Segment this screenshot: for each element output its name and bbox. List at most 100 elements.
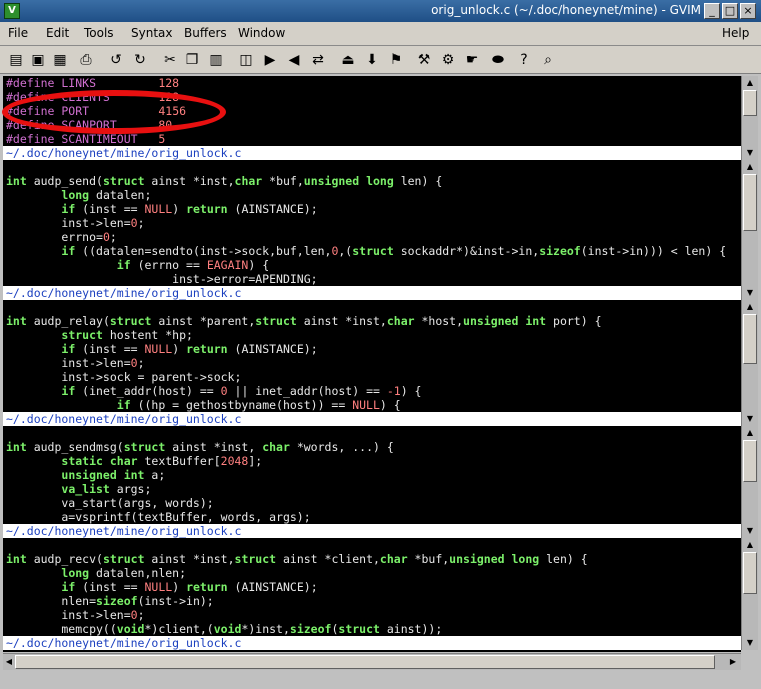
code-line[interactable]: if (inst == NULL) return (AINSTANCE); (6, 342, 317, 356)
status-line[interactable]: ~/.doc/honeynet/mine/orig_unlock.c (3, 146, 741, 160)
code-line[interactable]: #define SCANTIMEOUT 5 (6, 132, 165, 146)
code-line[interactable]: memcpy((void*)client,(void*)inst,sizeof(… (6, 622, 442, 636)
code-line[interactable]: #define CLIENTS 128 (6, 90, 179, 104)
scroll-down-icon[interactable]: ▼ (743, 287, 757, 299)
load-session-icon[interactable]: ⏏ (338, 50, 358, 70)
menu-help[interactable]: Help (722, 26, 749, 40)
scroll-left-icon[interactable]: ◀ (3, 655, 15, 669)
code-line[interactable]: int audp_sendmsg(struct ainst *inst, cha… (6, 440, 394, 454)
find-next-icon[interactable]: ▶ (260, 50, 280, 70)
vertical-scrollbar[interactable]: ▲ ▼ (741, 76, 758, 160)
undo-icon[interactable]: ↺ (106, 50, 126, 70)
scroll-up-icon[interactable]: ▲ (743, 301, 757, 313)
scroll-down-icon[interactable]: ▼ (743, 147, 757, 159)
code-line[interactable]: inst->error=APENDING; (6, 272, 317, 286)
scroll-up-icon[interactable]: ▲ (743, 161, 757, 173)
code-line[interactable]: inst->len=0; (6, 216, 144, 230)
scroll-up-icon[interactable]: ▲ (743, 77, 757, 89)
save-session-icon[interactable]: ⬇ (362, 50, 382, 70)
code-line[interactable]: int audp_relay(struct ainst *parent,stru… (6, 314, 602, 328)
code-line[interactable]: int audp_recv(struct ainst *inst,struct … (6, 552, 588, 566)
code-line[interactable]: nlen=sizeof(inst->in); (6, 594, 213, 608)
code-line[interactable]: errno=0; (6, 230, 116, 244)
redo-icon[interactable]: ↻ (130, 50, 150, 70)
close-button[interactable]: × (740, 3, 756, 19)
help-icon[interactable]: ? (514, 50, 534, 70)
status-line[interactable]: ~/.doc/honeynet/mine/orig_unlock.c (3, 412, 741, 426)
code-line[interactable]: #define LINKS 128 (6, 76, 179, 90)
tag-icon[interactable]: ☛ (462, 50, 482, 70)
code-line[interactable]: inst->sock = parent->sock; (6, 370, 241, 384)
vertical-scrollbar[interactable]: ▲ ▼ (741, 300, 758, 426)
save-all-icon[interactable]: ▦ (50, 50, 70, 70)
scroll-down-icon[interactable]: ▼ (743, 637, 757, 649)
code-line[interactable]: va_start(args, words); (6, 496, 213, 510)
code-line[interactable]: long datalen; (6, 188, 151, 202)
editor-window-1[interactable]: #define LINKS 128 #define CLIENTS 128 #def… (3, 76, 741, 160)
vertical-scroll-thumb[interactable] (743, 440, 757, 482)
status-line[interactable]: ~/.doc/honeynet/mine/orig_unlock.c (3, 524, 741, 538)
cut-icon[interactable]: ✂ (160, 50, 180, 70)
vertical-scrollbar[interactable]: ▲ ▼ (741, 160, 758, 300)
code-line[interactable]: if (inet_addr(host) == 0 || inet_addr(ho… (6, 384, 421, 398)
replace-icon[interactable]: ⇄ (308, 50, 328, 70)
shell-icon[interactable]: ⚙ (438, 50, 458, 70)
code-line[interactable]: a=vsprintf(textBuffer, words, args); (6, 510, 310, 524)
horizontal-scroll-thumb[interactable] (15, 655, 715, 669)
find-help-icon[interactable]: ⌕ (538, 50, 558, 70)
menu-tools[interactable]: Tools (84, 26, 114, 40)
editor-window-5[interactable]: int audp_recv(struct ainst *inst,struct … (3, 538, 741, 650)
minimize-button[interactable]: _ (704, 3, 720, 19)
scroll-down-icon[interactable]: ▼ (743, 413, 757, 425)
scroll-right-icon[interactable]: ▶ (727, 655, 739, 669)
code-line[interactable]: if (inst == NULL) return (AINSTANCE); (6, 580, 317, 594)
copy-icon[interactable]: ❐ (182, 50, 202, 70)
find-prev-icon[interactable]: ◀ (284, 50, 304, 70)
code-line[interactable]: if ((hp = gethostbyname(host)) == NULL) … (6, 398, 401, 412)
code-line[interactable]: if (inst == NULL) return (AINSTANCE); (6, 202, 317, 216)
code-line[interactable]: struct hostent *hp; (6, 328, 193, 342)
status-line[interactable]: ~/.doc/honeynet/mine/orig_unlock.c (3, 636, 741, 650)
open-icon[interactable]: ▤ (6, 50, 26, 70)
paste-icon[interactable]: ▥ (206, 50, 226, 70)
maximize-button[interactable]: □ (722, 3, 738, 19)
scroll-up-icon[interactable]: ▲ (743, 539, 757, 551)
run-script-icon[interactable]: ⚑ (386, 50, 406, 70)
save-icon[interactable]: ▣ (28, 50, 48, 70)
find-icon[interactable]: ◫ (236, 50, 256, 70)
make-icon[interactable]: ⚒ (414, 50, 434, 70)
jump-tag-icon[interactable]: ⬬ (488, 50, 508, 70)
vertical-scroll-thumb[interactable] (743, 90, 757, 117)
menu-buffers[interactable]: Buffers (184, 26, 227, 40)
code-line[interactable]: long datalen,nlen; (6, 566, 186, 580)
code-line[interactable]: inst->len=0; (6, 356, 144, 370)
print-icon[interactable]: ⎙ (76, 50, 96, 70)
code-line[interactable]: unsigned int a; (6, 468, 165, 482)
menu-edit[interactable]: Edit (46, 26, 69, 40)
horizontal-scrollbar[interactable]: ◀ ▶ (3, 653, 741, 670)
vertical-scrollbar[interactable]: ▲ ▼ (741, 538, 758, 650)
menu-window[interactable]: Window (238, 26, 285, 40)
menu-syntax[interactable]: Syntax (131, 26, 172, 40)
scroll-down-icon[interactable]: ▼ (743, 525, 757, 537)
code-line[interactable]: #define PORT 4156 (6, 104, 186, 118)
scroll-up-icon[interactable]: ▲ (743, 427, 757, 439)
editor-window-3[interactable]: int audp_relay(struct ainst *parent,stru… (3, 300, 741, 426)
vertical-scroll-thumb[interactable] (743, 174, 757, 232)
vertical-scrollbar[interactable]: ▲ ▼ (741, 426, 758, 538)
code-line[interactable]: #define SCANPORT 80 (6, 118, 172, 132)
code-line[interactable]: int audp_send(struct ainst *inst,char *b… (6, 174, 442, 188)
code-line[interactable]: static char textBuffer[2048]; (6, 454, 262, 468)
vim-icon[interactable]: V (4, 3, 20, 19)
editor-window-4[interactable]: int audp_sendmsg(struct ainst *inst, cha… (3, 426, 741, 538)
code-line[interactable]: va_list args; (6, 482, 151, 496)
vertical-scroll-thumb[interactable] (743, 552, 757, 594)
editor-window-2[interactable]: int audp_send(struct ainst *inst,char *b… (3, 160, 741, 300)
editor-area[interactable]: #define LINKS 128 #define CLIENTS 128 #def… (3, 76, 741, 652)
code-line[interactable]: if ((datalen=sendto(inst->sock,buf,len,0… (6, 244, 726, 258)
status-line[interactable]: ~/.doc/honeynet/mine/orig_unlock.c (3, 286, 741, 300)
menu-file[interactable]: File (8, 26, 28, 40)
vertical-scroll-thumb[interactable] (743, 314, 757, 364)
code-line[interactable]: if (errno == EAGAIN) { (6, 258, 269, 272)
code-line[interactable]: inst->len=0; (6, 608, 144, 622)
